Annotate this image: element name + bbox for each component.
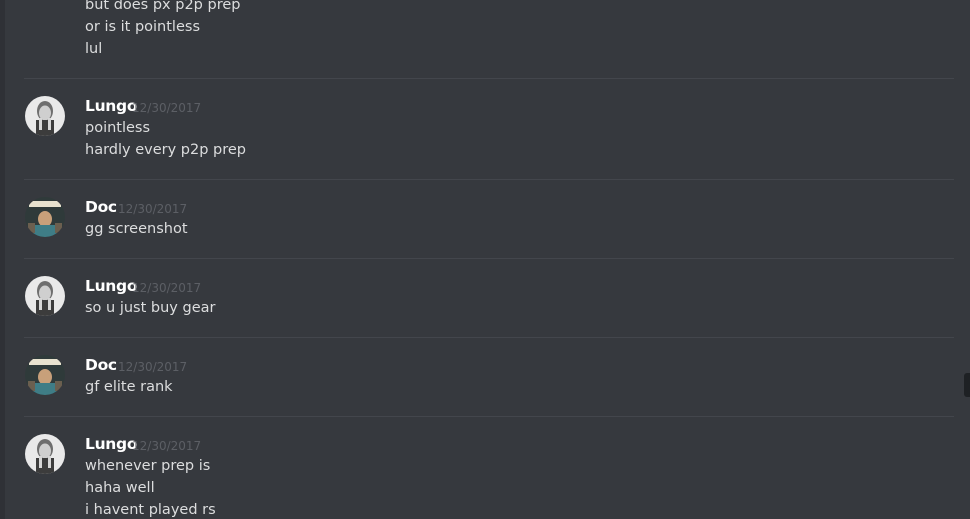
channel-left-edge: [0, 0, 5, 519]
user-avatar-doc[interactable]: [25, 355, 65, 395]
lungo-avatar-icon: [25, 276, 65, 316]
user-avatar-lungo[interactable]: [25, 434, 65, 474]
message-text: so u just buy gear: [85, 300, 216, 316]
message-author[interactable]: Lungo: [85, 97, 138, 115]
message-author[interactable]: Lungo: [85, 435, 138, 453]
lungo-avatar-icon: [25, 96, 65, 136]
user-avatar-lungo[interactable]: [25, 276, 65, 316]
message-timestamp: 12/30/2017: [118, 360, 188, 374]
message-text: but does px p2p prep: [85, 0, 241, 13]
message-text: gf elite rank: [85, 379, 173, 395]
message-timestamp: 12/30/2017: [132, 101, 202, 115]
message-timestamp: 12/30/2017: [132, 281, 202, 295]
message-text: lul: [85, 41, 103, 57]
scrollbar-thumb[interactable]: [964, 373, 970, 397]
message-divider: [24, 416, 954, 417]
message-author[interactable]: Lungo: [85, 277, 138, 295]
doc-avatar-icon: [25, 197, 65, 237]
message-timestamp: 12/30/2017: [132, 439, 202, 453]
message-divider: [24, 78, 954, 79]
message-author[interactable]: Doc: [85, 356, 117, 374]
message-text: i havent played rs: [85, 502, 216, 518]
message-text: or is it pointless: [85, 19, 200, 35]
message-divider: [24, 337, 954, 338]
doc-avatar-icon: [25, 355, 65, 395]
message-text: hardly every p2p prep: [85, 142, 246, 158]
message-text: pointless: [85, 120, 151, 136]
message-timestamp: 12/30/2017: [118, 202, 188, 216]
message-text: whenever prep is: [85, 458, 211, 474]
message-divider: [24, 179, 954, 180]
message-author[interactable]: Doc: [85, 198, 117, 216]
message-text: gg screenshot: [85, 221, 188, 237]
message-divider: [24, 258, 954, 259]
user-avatar-doc[interactable]: [25, 197, 65, 237]
lungo-avatar-icon: [25, 434, 65, 474]
user-avatar-lungo[interactable]: [25, 96, 65, 136]
message-text: haha well: [85, 480, 155, 496]
